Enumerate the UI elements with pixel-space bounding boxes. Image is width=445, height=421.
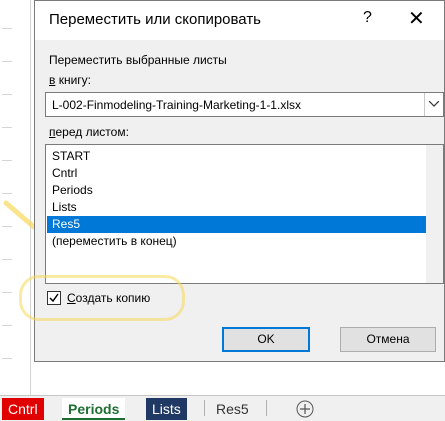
list-item-periods[interactable]: Periods [47,182,427,199]
cancel-button[interactable]: Отмена [340,327,436,352]
tab-lists[interactable]: Lists [146,398,187,420]
copy-label-accel: С [67,291,76,305]
before-label-text: еред листом: [55,125,129,139]
list-item-lists[interactable]: Lists [47,199,427,216]
list-item-move-to-end[interactable]: (переместить в конец) [47,233,427,250]
tab-separator [266,400,267,416]
tab-res5[interactable]: Res5 [210,398,255,420]
list-item-res5[interactable]: Res5 [47,216,427,233]
help-icon[interactable]: ? [363,9,372,27]
dialog-title: Переместить или скопировать [49,11,261,28]
add-sheet-icon[interactable] [296,400,314,418]
move-copy-dialog: Переместить или скопировать ? ✕ Перемест… [19,0,445,362]
dialog-titlebar: Переместить или скопировать ? ✕ [35,1,444,40]
tab-cntrl[interactable]: Cntrl [2,398,44,420]
listbox-scrollbar[interactable] [426,145,443,283]
tab-separator [204,400,205,416]
move-label: Переместить выбранные листы [49,53,227,67]
dropdown-arrow-icon[interactable] [424,93,443,116]
sheet-tab-bar: Cntrl Periods Lists Res5 [0,395,445,421]
book-combobox-value: L-002-Finmodeling-Training-Marketing-1-1… [52,98,301,112]
tab-periods[interactable]: Periods [62,398,126,420]
list-item-start[interactable]: START [47,148,427,165]
copy-checkbox[interactable] [47,291,61,305]
ok-button[interactable]: OK [222,327,310,352]
book-combobox[interactable]: L-002-Finmodeling-Training-Marketing-1-1… [45,92,444,117]
book-label: в книгу: [49,73,91,87]
copy-label-text: оздать копию [75,291,151,305]
copy-checkbox-label: Создать копию [67,291,150,305]
before-sheet-label: перед листом: [49,125,129,139]
sheet-listbox[interactable]: START Cntrl Periods Lists Res5 (перемест… [45,144,444,284]
book-label-text: книгу: [55,73,91,87]
close-icon[interactable]: ✕ [408,6,425,31]
list-item-cntrl[interactable]: Cntrl [47,165,427,182]
